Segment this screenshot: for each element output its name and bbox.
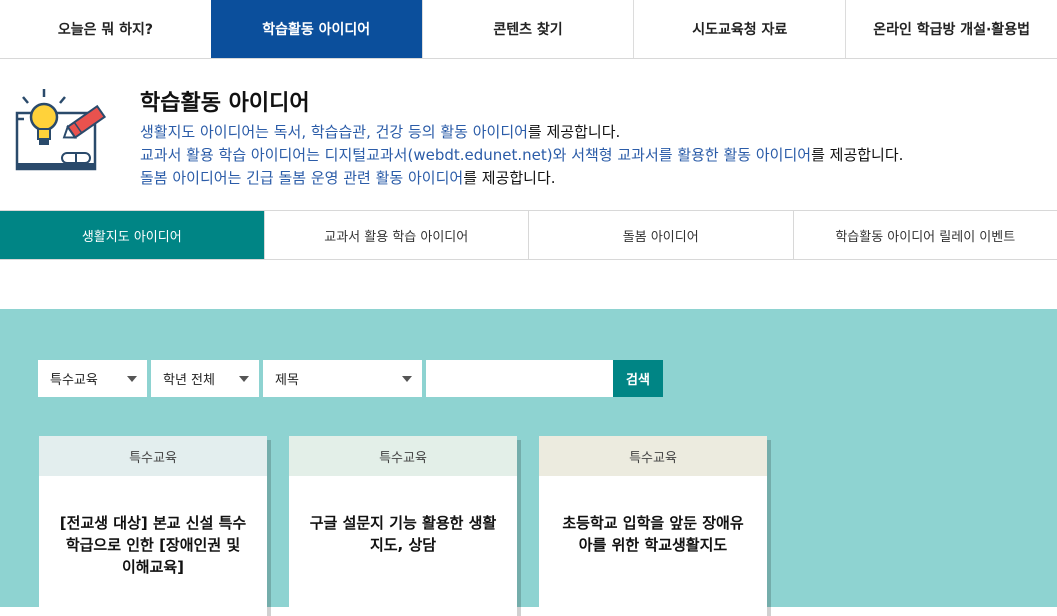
card-title[interactable]: 구글 설문지 기능 활용한 생활지도, 상담 <box>289 476 517 556</box>
tab-relay-event[interactable]: 학습활동 아이디어 릴레이 이벤트 <box>793 211 1057 259</box>
sub-tabs: 생활지도 아이디어 교과서 활용 학습 아이디어 돌봄 아이디어 학습활동 아이… <box>0 211 1057 260</box>
idea-card[interactable]: 특수교육 구글 설문지 기능 활용한 생활지도, 상담 <box>289 436 517 616</box>
lightbulb-board-icon <box>14 79 114 189</box>
chevron-down-icon <box>127 376 137 382</box>
intro-line-2-highlight: 교과서 활용 학습 아이디어는 디지털교과서(webdt.edunet.net)… <box>140 146 811 164</box>
tab-life-guidance[interactable]: 생활지도 아이디어 <box>0 211 264 259</box>
idea-card[interactable]: 특수교육 [전교생 대상] 본교 신설 특수학급으로 인한 [장애인권 및 이해… <box>39 436 267 616</box>
nav-learning-ideas[interactable]: 학습활동 아이디어 <box>211 0 422 58</box>
tab-textbook-learning[interactable]: 교과서 활용 학습 아이디어 <box>264 211 529 259</box>
grade-select[interactable]: 학년 전체 <box>151 360 259 397</box>
intro-line-3-highlight: 돌봄 아이디어는 긴급 돌봄 운영 관련 활동 아이디어 <box>140 169 463 187</box>
search-bar: 특수교육 학년 전체 제목 검색 <box>38 360 663 397</box>
field-select-value: 제목 <box>275 369 299 388</box>
spacer <box>0 260 1057 309</box>
intro-line-1: 생활지도 아이디어는 독서, 학습습관, 건강 등의 활동 아이디어를 제공합니… <box>140 121 903 144</box>
intro-line-1-highlight: 생활지도 아이디어는 독서, 학습습관, 건강 등의 활동 아이디어 <box>140 123 528 141</box>
intro-line-1-rest: 를 제공합니다. <box>528 123 620 141</box>
grade-select-value: 학년 전체 <box>163 369 215 388</box>
nav-today[interactable]: 오늘은 뭐 하지? <box>0 0 211 58</box>
nav-edu-office-materials[interactable]: 시도교육청 자료 <box>633 0 845 58</box>
category-select-value: 특수교육 <box>50 369 98 388</box>
intro-line-3: 돌봄 아이디어는 긴급 돌봄 운영 관련 활동 아이디어를 제공합니다. <box>140 167 903 190</box>
intro-line-2-rest: 를 제공합니다. <box>811 146 903 164</box>
tab-care[interactable]: 돌봄 아이디어 <box>528 211 793 259</box>
chevron-down-icon <box>402 376 412 382</box>
intro-section: 학습활동 아이디어 생활지도 아이디어는 독서, 학습습관, 건강 등의 활동 … <box>0 59 1057 211</box>
field-select[interactable]: 제목 <box>263 360 422 397</box>
nav-online-classroom[interactable]: 온라인 학급방 개설·활용법 <box>845 0 1057 58</box>
page-title: 학습활동 아이디어 <box>140 85 310 117</box>
card-title[interactable]: [전교생 대상] 본교 신설 특수학급으로 인한 [장애인권 및 이해교육] <box>39 476 267 578</box>
content-board: 특수교육 학년 전체 제목 검색 특수교육 [전교생 대상] 본교 신설 특수학… <box>0 309 1057 607</box>
category-select[interactable]: 특수교육 <box>38 360 147 397</box>
idea-card[interactable]: 특수교육 초등학교 입학을 앞둔 장애유아를 위한 학교생활지도 <box>539 436 767 616</box>
nav-find-content[interactable]: 콘텐츠 찾기 <box>422 0 634 58</box>
chevron-down-icon <box>239 376 249 382</box>
card-category: 특수교육 <box>289 436 517 476</box>
card-title[interactable]: 초등학교 입학을 앞둔 장애유아를 위한 학교생활지도 <box>539 476 767 556</box>
top-navigation: 오늘은 뭐 하지? 학습활동 아이디어 콘텐츠 찾기 시도교육청 자료 온라인 … <box>0 0 1057 59</box>
card-category: 특수교육 <box>39 436 267 476</box>
search-button[interactable]: 검색 <box>613 360 663 397</box>
card-category: 특수교육 <box>539 436 767 476</box>
search-input[interactable] <box>426 360 613 397</box>
intro-description: 생활지도 아이디어는 독서, 학습습관, 건강 등의 활동 아이디어를 제공합니… <box>140 121 903 190</box>
intro-line-3-rest: 를 제공합니다. <box>463 169 555 187</box>
intro-line-2: 교과서 활용 학습 아이디어는 디지털교과서(webdt.edunet.net)… <box>140 144 903 167</box>
